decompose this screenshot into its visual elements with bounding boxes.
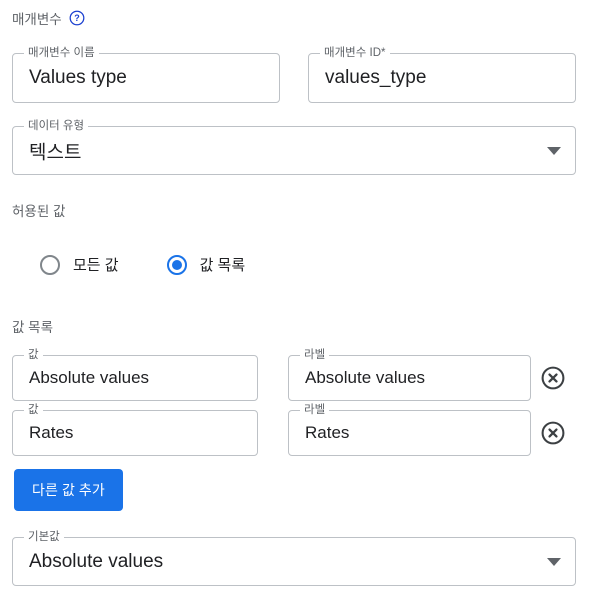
data-type-legend: 데이터 유형: [24, 120, 89, 133]
data-type-value: 텍스트: [29, 142, 82, 163]
remove-circle-x-icon-row-2[interactable]: [540, 420, 566, 446]
label-text-row-1: Absolute values: [305, 368, 426, 387]
chevron-down-icon: [547, 557, 561, 566]
radio-label-all-values: 모든 값: [73, 257, 119, 274]
parameter-name-field[interactable]: 매개변수 이름 Values type: [12, 47, 280, 103]
default-value-select[interactable]: 기본값 Absolute values: [12, 531, 576, 586]
value-field-row-2[interactable]: 값 Rates: [12, 404, 258, 456]
add-another-value-button[interactable]: 다른 값 추가: [14, 469, 123, 511]
value-text-row-2: Rates: [29, 423, 74, 442]
parameter-id-legend: 매개변수 ID*: [320, 47, 390, 60]
allowed-values-label: 허용된 값: [12, 204, 66, 219]
value-field-row-1[interactable]: 값 Absolute values: [12, 349, 258, 401]
parameter-id-field[interactable]: 매개변수 ID* values_type: [308, 47, 576, 103]
page-title: 매개변수: [12, 12, 62, 27]
remove-circle-x-icon-row-1[interactable]: [540, 365, 566, 391]
parameter-id-value: values_type: [325, 67, 427, 88]
radio-option-all-values[interactable]: 모든 값: [40, 254, 119, 275]
help-circle-icon[interactable]: ?: [69, 10, 85, 26]
radio-label-value-list: 값 목록: [199, 257, 246, 274]
radio-option-value-list[interactable]: 값 목록: [166, 254, 246, 275]
label-field-row-1[interactable]: 라벨 Absolute values: [288, 349, 531, 401]
data-type-select[interactable]: 데이터 유형 텍스트: [12, 120, 576, 175]
value-legend-row-2: 값: [24, 404, 43, 417]
svg-text:?: ?: [74, 13, 80, 23]
label-text-row-2: Rates: [305, 423, 350, 442]
parameter-settings-form: 매개변수 ? 매개변수 이름 Values type 매개변수 ID* valu…: [0, 0, 594, 599]
label-legend-row-1: 라벨: [300, 349, 330, 362]
parameter-name-value: Values type: [29, 67, 127, 88]
parameter-name-legend: 매개변수 이름: [24, 47, 99, 60]
label-legend-row-2: 라벨: [300, 404, 330, 417]
value-legend-row-1: 값: [24, 349, 43, 362]
allowed-values-radio-group: 모든 값 값 목록: [40, 254, 245, 275]
default-value-text: Absolute values: [29, 550, 164, 572]
value-text-row-1: Absolute values: [29, 368, 150, 387]
default-value-legend: 기본값: [24, 531, 64, 544]
radio-indicator-value-list: [166, 254, 187, 275]
radio-indicator-all-values: [40, 254, 60, 275]
section-header: 매개변수 ?: [12, 8, 85, 28]
value-list-label: 값 목록: [12, 320, 54, 335]
chevron-down-icon: [547, 146, 561, 155]
label-field-row-2[interactable]: 라벨 Rates: [288, 404, 531, 456]
